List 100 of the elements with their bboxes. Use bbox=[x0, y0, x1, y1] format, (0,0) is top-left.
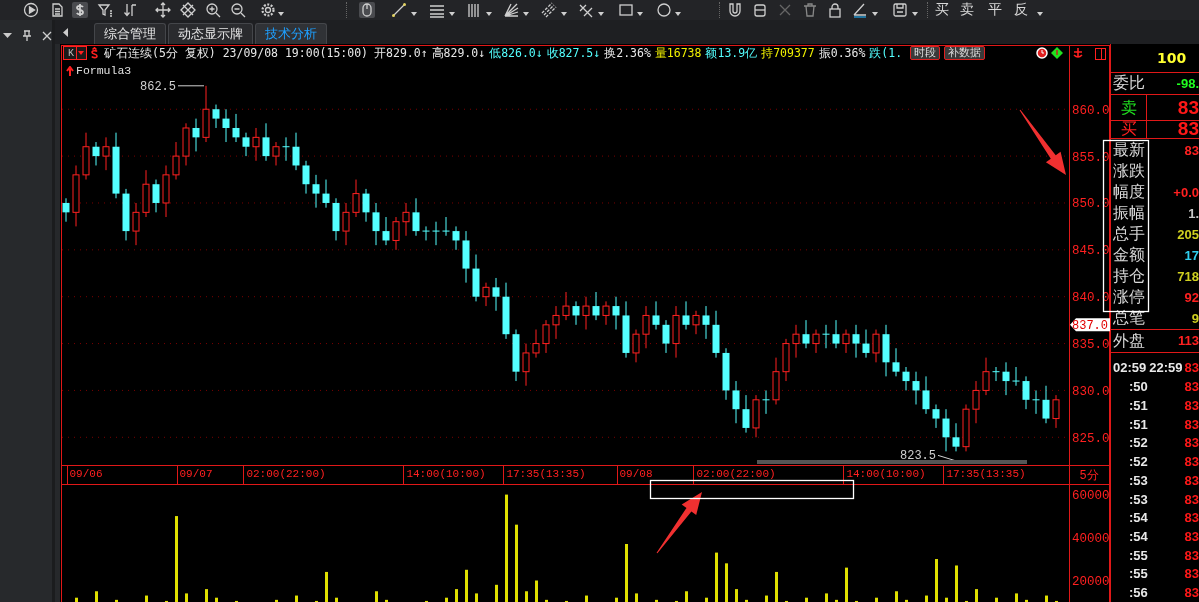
candlestick bbox=[562, 291, 570, 321]
candlestick bbox=[192, 118, 200, 152]
candlestick bbox=[712, 310, 720, 359]
magnet-icon[interactable] bbox=[727, 2, 743, 18]
quote-value: 低826.0↓ bbox=[489, 45, 543, 61]
trade-button[interactable]: 买 bbox=[933, 1, 951, 19]
circle-icon[interactable] bbox=[656, 2, 672, 18]
save-icon[interactable] bbox=[892, 2, 908, 18]
period-selector[interactable]: K bbox=[63, 46, 87, 60]
trade-button[interactable]: 卖 bbox=[958, 1, 976, 19]
candlestick bbox=[442, 216, 450, 237]
caret-icon[interactable] bbox=[561, 12, 567, 16]
angle-icon[interactable] bbox=[852, 2, 868, 18]
clock-icon[interactable] bbox=[1036, 47, 1048, 59]
caret-icon[interactable] bbox=[872, 12, 878, 16]
caret-icon[interactable] bbox=[278, 12, 284, 16]
parallel-lines-icon[interactable] bbox=[541, 2, 557, 18]
field-value: -98. bbox=[1176, 75, 1199, 91]
dropdown-icon[interactable] bbox=[3, 33, 12, 38]
scroll-bar[interactable] bbox=[757, 460, 1027, 464]
field-label: 涨停 bbox=[1113, 288, 1145, 307]
dollar-icon[interactable] bbox=[72, 2, 88, 18]
tab[interactable]: 动态显示牌 bbox=[168, 23, 253, 44]
candlestick bbox=[692, 310, 700, 335]
candlestick bbox=[572, 300, 580, 326]
caret-icon bbox=[76, 47, 85, 59]
eraser-icon[interactable] bbox=[752, 2, 768, 18]
rectangle-icon[interactable] bbox=[618, 2, 634, 18]
candlestick bbox=[662, 319, 670, 354]
candlestick bbox=[472, 254, 480, 302]
volume-bar bbox=[1015, 593, 1018, 602]
zoom-out-icon[interactable] bbox=[230, 2, 246, 18]
mouse-icon[interactable] bbox=[359, 2, 375, 18]
volume-bar bbox=[95, 591, 98, 602]
candlestick bbox=[642, 305, 650, 349]
field-value: 92 bbox=[1184, 289, 1199, 305]
candlestick bbox=[582, 296, 590, 330]
candlestick bbox=[492, 277, 500, 312]
caret-icon[interactable] bbox=[486, 12, 492, 16]
time-axis-label: 09/08 bbox=[619, 468, 653, 480]
sort-icon[interactable] bbox=[122, 2, 138, 18]
scroll-left-icon[interactable] bbox=[63, 27, 68, 37]
fill-data-button[interactable]: 补数据 bbox=[944, 46, 986, 60]
horizontal-lines-icon[interactable] bbox=[429, 2, 445, 18]
move-icon[interactable] bbox=[155, 2, 171, 18]
panel-toggle-icon[interactable] bbox=[1095, 48, 1106, 60]
volume-bar bbox=[685, 591, 688, 602]
lock-icon[interactable] bbox=[827, 2, 843, 18]
caret-icon[interactable] bbox=[912, 12, 918, 16]
grid-icon[interactable] bbox=[180, 2, 196, 18]
caret-icon[interactable] bbox=[598, 12, 604, 16]
tick-price: 83 bbox=[1184, 360, 1199, 376]
caret-icon[interactable] bbox=[411, 12, 417, 16]
caret-icon[interactable] bbox=[1037, 12, 1043, 16]
fan-lines-icon[interactable] bbox=[503, 2, 519, 18]
play-icon[interactable] bbox=[23, 2, 39, 18]
volume-bar bbox=[385, 599, 388, 602]
trash-icon[interactable] bbox=[802, 2, 818, 18]
line-tool-icon[interactable] bbox=[391, 2, 407, 18]
anchor-icon[interactable] bbox=[1073, 47, 1083, 58]
volume-bar bbox=[845, 567, 848, 602]
price-axis-label: 830.0 bbox=[1072, 384, 1110, 399]
document-icon[interactable] bbox=[49, 2, 65, 18]
tab[interactable]: 技术分析 bbox=[255, 23, 327, 44]
candlestick bbox=[112, 132, 120, 199]
candlestick bbox=[962, 404, 970, 452]
caret-icon[interactable] bbox=[449, 12, 455, 16]
field-label: 幅度 bbox=[1113, 183, 1145, 202]
pin-icon[interactable] bbox=[22, 30, 32, 41]
filter-icon[interactable] bbox=[97, 2, 113, 18]
candlestick bbox=[682, 300, 690, 330]
candlestick bbox=[862, 329, 870, 359]
volume-bar bbox=[745, 599, 748, 602]
tick-time: :55 bbox=[1129, 547, 1148, 563]
volume-bar bbox=[735, 589, 738, 602]
vertical-lines-icon[interactable] bbox=[466, 2, 482, 18]
quote-value: 换2.36% bbox=[604, 45, 651, 61]
caret-icon[interactable] bbox=[523, 12, 529, 16]
candlestick bbox=[1032, 389, 1040, 415]
crossing-lines-icon[interactable] bbox=[578, 2, 594, 18]
caret-icon[interactable] bbox=[637, 12, 643, 16]
arrow-annotation bbox=[656, 492, 702, 554]
side-label: 卖 bbox=[1111, 95, 1147, 120]
candlestick bbox=[1002, 361, 1010, 396]
caret-icon[interactable] bbox=[675, 12, 681, 16]
candlestick bbox=[422, 225, 430, 241]
trade-button[interactable]: 平 bbox=[986, 1, 1004, 19]
settings-icon[interactable] bbox=[260, 2, 276, 18]
time-range-button[interactable]: 时段 bbox=[910, 46, 941, 60]
close-icon[interactable] bbox=[42, 30, 52, 41]
candlestick bbox=[342, 202, 350, 246]
diamond-icon[interactable] bbox=[1051, 47, 1063, 59]
price-axis-label: 825.0 bbox=[1072, 431, 1110, 446]
zoom-in-icon[interactable] bbox=[205, 2, 221, 18]
tick-time: :55 bbox=[1129, 566, 1148, 582]
quote-value: 持709377 bbox=[761, 45, 815, 61]
tab[interactable]: 综合管理 bbox=[94, 23, 166, 44]
candlestick bbox=[352, 179, 360, 218]
trade-button[interactable]: 反 bbox=[1012, 1, 1030, 19]
candlestick bbox=[172, 141, 180, 181]
